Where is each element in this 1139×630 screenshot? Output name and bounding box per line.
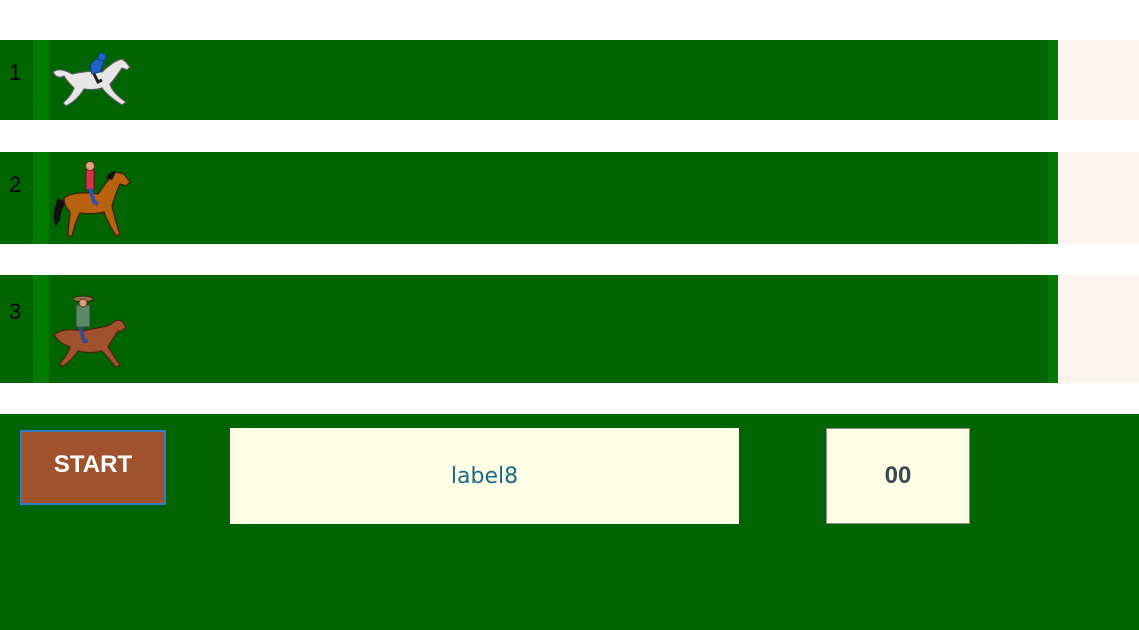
finish-line <box>1048 40 1058 120</box>
start-line <box>33 275 49 383</box>
brown-horse-red-rider-icon <box>53 161 131 237</box>
finish-area-1 <box>1058 40 1139 120</box>
finish-line <box>1048 275 1058 383</box>
finish-line <box>1048 152 1058 244</box>
race-lane-1: 1 <box>0 40 1058 120</box>
lane-number: 3 <box>9 299 22 324</box>
finish-area-2 <box>1058 152 1139 244</box>
brown-horse-cowboy-rider-icon <box>53 295 127 368</box>
control-panel: START label8 00 <box>0 414 1139 630</box>
grey-horse-blue-jockey-icon <box>52 52 131 107</box>
finish-area-3 <box>1058 275 1139 383</box>
start-line <box>33 40 49 120</box>
start-button[interactable]: START <box>20 430 166 505</box>
lane-number: 1 <box>9 60 22 85</box>
race-lane-3: 3 <box>0 275 1058 383</box>
counter-display: 00 <box>826 428 970 524</box>
lane-number: 2 <box>9 172 22 197</box>
start-line <box>33 152 49 244</box>
result-label: label8 <box>230 428 739 524</box>
race-lane-2: 2 <box>0 152 1058 244</box>
